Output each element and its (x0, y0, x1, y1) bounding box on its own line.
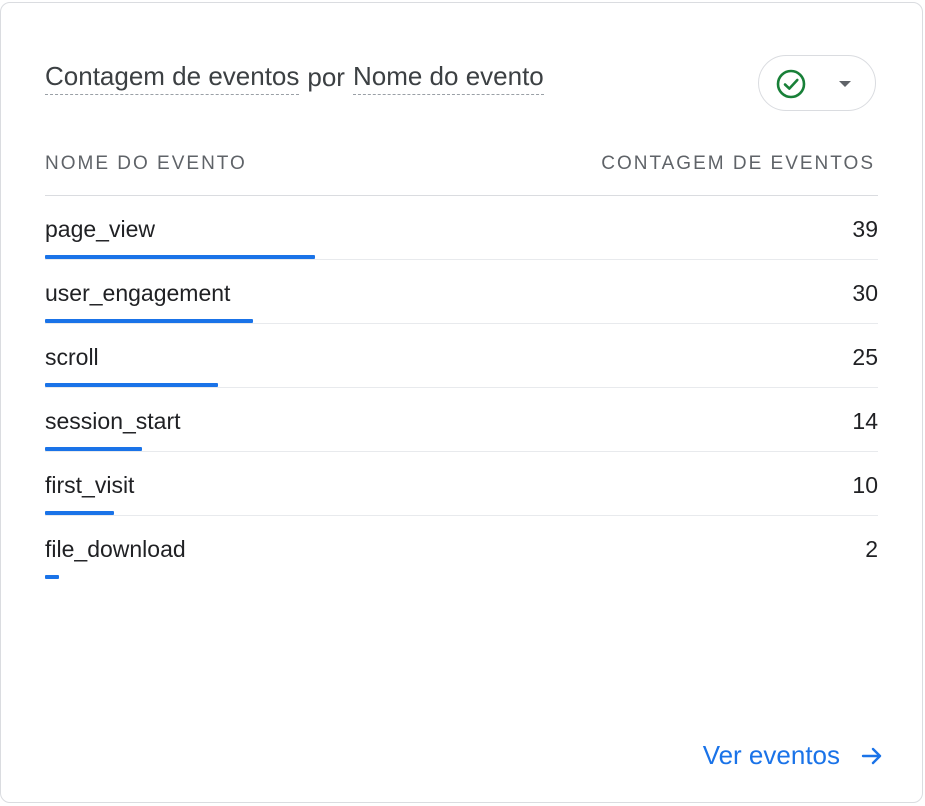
event-name: user_engagement (45, 280, 231, 306)
event-count-bar (45, 319, 253, 323)
event-count: 39 (852, 216, 878, 242)
event-count: 30 (852, 280, 878, 306)
title-joiner: por (307, 62, 345, 92)
event-name: first_visit (45, 472, 135, 498)
event-count-bar (45, 255, 315, 259)
event-count: 10 (852, 472, 878, 498)
events-table-body: page_view 39 user_engagement 30 scroll 2… (45, 196, 878, 580)
event-count-bar (45, 511, 114, 515)
arrow-right-icon (861, 747, 882, 764)
event-name: page_view (45, 216, 155, 242)
event-name: session_start (45, 408, 181, 434)
table-row[interactable]: session_start 14 (45, 388, 878, 452)
card-title: Contagem de eventos por Nome do evento (45, 59, 544, 95)
event-count-bar (45, 383, 218, 387)
view-events-link[interactable]: Ver eventos (703, 740, 884, 771)
table-row[interactable]: page_view 39 (45, 196, 878, 260)
table-row[interactable]: file_download 2 (45, 516, 878, 580)
column-header-event-name[interactable]: NOME DO EVENTO (45, 153, 247, 175)
event-name: file_download (45, 536, 186, 562)
event-count: 14 (852, 408, 878, 434)
event-count-bar (45, 575, 59, 579)
events-card: Contagem de eventos por Nome do evento N… (0, 2, 923, 803)
view-events-label: Ver eventos (702, 740, 840, 770)
event-count: 25 (852, 344, 878, 370)
event-count-bar (45, 447, 142, 451)
table-row[interactable]: user_engagement 30 (45, 260, 878, 324)
title-metric[interactable]: Contagem de eventos (45, 60, 300, 95)
data-status-dropdown-button[interactable] (758, 55, 876, 111)
column-header-event-count[interactable]: CONTAGEM DE EVENTOS (601, 153, 875, 175)
caret-down-icon (839, 81, 851, 87)
event-count: 2 (865, 536, 878, 562)
table-row[interactable]: scroll 25 (45, 324, 878, 388)
check-circle-icon (776, 69, 806, 99)
event-name: scroll (45, 344, 99, 370)
table-row[interactable]: first_visit 10 (45, 452, 878, 516)
title-dimension[interactable]: Nome do evento (352, 60, 544, 95)
